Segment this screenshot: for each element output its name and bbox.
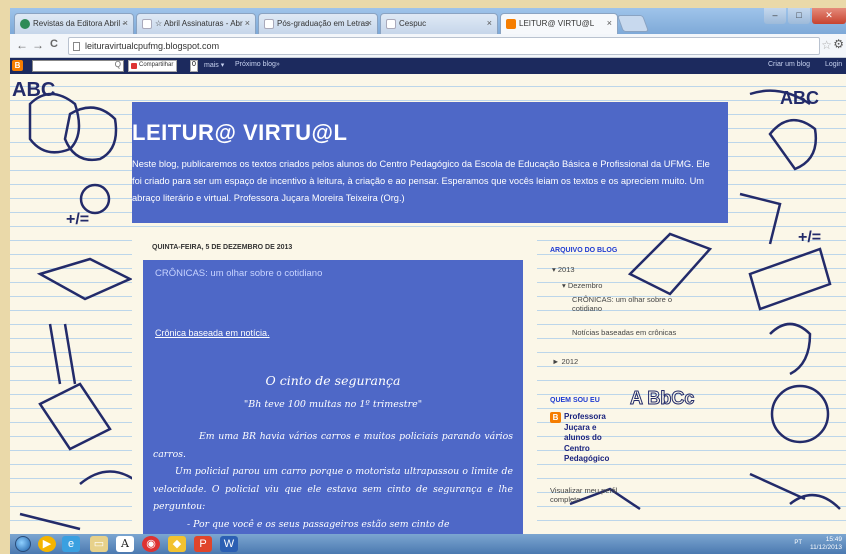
- blog-page: ABC ABC A BbCc +/= +/= LEITUR@ VIRTU@L N…: [10, 74, 846, 534]
- powerpoint-icon[interactable]: P: [194, 536, 212, 552]
- clock-time[interactable]: 15:49: [826, 536, 842, 543]
- story-subtitle: "Bh teve 100 multas no 1º trimestre": [243, 399, 423, 410]
- story-body: Em uma BR havia vários carros e muitos p…: [153, 428, 513, 533]
- create-blog-link[interactable]: Criar um blog: [768, 61, 810, 68]
- archive-post-link[interactable]: CRÔNICAS: um olhar sobre o cotidiano: [572, 295, 690, 313]
- blog-header: LEITUR@ VIRTU@L Neste blog, publicaremos…: [132, 102, 728, 223]
- about-heading: QUEM SOU EU: [550, 397, 600, 404]
- language-indicator[interactable]: PT: [794, 540, 802, 548]
- tab-revistas[interactable]: Revistas da Editora Abril - ×: [14, 13, 134, 34]
- tab-label: Pós-graduação em Letras: [277, 19, 370, 28]
- archive-heading: ARQUIVO DO BLOG: [550, 247, 618, 254]
- back-button[interactable]: ←: [16, 38, 28, 52]
- svg-text:+/=: +/=: [66, 211, 89, 228]
- taskbar: ▶ e ▭ A ◉ ◆ P W PT 15:49 11/12/2013: [10, 534, 846, 554]
- search-icon[interactable]: Q: [115, 60, 121, 69]
- minimize-button[interactable]: –: [764, 8, 786, 24]
- word-icon[interactable]: W: [220, 536, 238, 552]
- tab-leitura-virtual[interactable]: LEITUR@ VIRTU@L ×: [500, 13, 618, 34]
- navigation-bar: ← → C leituravirtualcpufmg.blogspot.com …: [10, 34, 846, 58]
- tab-favicon: [386, 19, 396, 29]
- blogger-navbar: B Q Compartilhar 0 mais ▾ Próximo blog» …: [10, 58, 846, 74]
- tab-label: Revistas da Editora Abril -: [33, 19, 126, 28]
- tab-label: LEITUR@ VIRTU@L: [519, 19, 595, 28]
- tab-cespuc[interactable]: Cespuc ×: [380, 13, 498, 34]
- close-icon[interactable]: ×: [123, 18, 128, 28]
- login-link[interactable]: Login: [825, 61, 842, 68]
- system-tray: PT 15:49 11/12/2013: [794, 536, 842, 551]
- post-link[interactable]: Crônica baseada em notícia.: [155, 328, 270, 338]
- share-count: 0: [190, 60, 198, 72]
- archive-year-2013[interactable]: ▾ 2013: [552, 265, 575, 274]
- forward-button[interactable]: →: [32, 38, 44, 52]
- close-icon[interactable]: ×: [607, 18, 612, 28]
- tab-favicon: [264, 19, 274, 29]
- tab-favicon: [142, 19, 152, 29]
- blogger-icon: [506, 19, 516, 29]
- tab-abril-assinaturas[interactable]: ☆ Abril Assinaturas - Abr ×: [136, 13, 256, 34]
- next-blog-link[interactable]: Próximo blog»: [235, 61, 280, 68]
- internet-explorer-icon[interactable]: e: [62, 536, 80, 552]
- tab-pos-graduacao[interactable]: Pós-graduação em Letras ×: [258, 13, 378, 34]
- svg-text:+/=: +/=: [798, 229, 821, 246]
- share-button[interactable]: Compartilhar: [128, 60, 178, 72]
- close-window-button[interactable]: ✕: [812, 8, 846, 24]
- settings-icon[interactable]: ⚙: [833, 37, 844, 51]
- blog-search-input[interactable]: Q: [32, 60, 124, 72]
- maximize-button[interactable]: □: [788, 8, 810, 24]
- browser-window: Revistas da Editora Abril - × ☆ Abril As…: [10, 8, 846, 554]
- blog-description: Neste blog, publicaremos os textos criad…: [132, 159, 710, 203]
- story-paragraph: Em uma BR havia vários carros e muitos p…: [153, 431, 513, 460]
- tab-label: ☆ Abril Assinaturas - Abr: [155, 19, 243, 28]
- page-icon: [73, 42, 80, 51]
- address-bar[interactable]: leituravirtualcpufmg.blogspot.com: [68, 37, 820, 55]
- post-date: QUINTA-FEIRA, 5 DE DEZEMBRO DE 2013: [152, 244, 293, 251]
- blog-post: CRÔNICAS: um olhar sobre o cotidiano Crô…: [143, 260, 523, 534]
- profile-link[interactable]: Visualizar meu perfil completo: [550, 486, 620, 504]
- folder-icon[interactable]: ▭: [90, 536, 108, 552]
- svg-text:ABC: ABC: [12, 79, 55, 101]
- clock-date[interactable]: 11/12/2013: [810, 544, 842, 551]
- reload-button[interactable]: C: [50, 38, 58, 50]
- sidebar: ARQUIVO DO BLOG ▾ 2013 ▾ Dezembro CRÔNIC…: [538, 239, 728, 534]
- profile-name[interactable]: Professora Juçara e alunos do Centro Ped…: [564, 412, 624, 465]
- chrome-icon[interactable]: ◉: [142, 536, 160, 552]
- story-paragraph: - Por que você e os seus passageiros est…: [187, 518, 450, 530]
- window-controls: – □ ✕: [762, 8, 846, 26]
- story-title: O cinto de segurança: [265, 373, 401, 388]
- media-player-icon[interactable]: ▶: [38, 536, 56, 552]
- close-icon[interactable]: ×: [487, 18, 492, 28]
- svg-text:ABC: ABC: [780, 88, 819, 108]
- blogger-logo-icon[interactable]: B: [12, 60, 23, 71]
- tab-favicon: [20, 19, 30, 29]
- archive-month-dezembro[interactable]: ▾ Dezembro: [562, 281, 602, 290]
- new-tab-button[interactable]: [616, 15, 650, 32]
- archive-post-link[interactable]: Notícias baseadas em crônicas: [572, 328, 690, 337]
- tab-label: Cespuc: [399, 19, 427, 28]
- blog-title[interactable]: LEITUR@ VIRTU@L: [132, 120, 347, 146]
- start-button[interactable]: [15, 536, 31, 552]
- post-column: QUINTA-FEIRA, 5 DE DEZEMBRO DE 2013 CRÔN…: [132, 239, 537, 534]
- post-title[interactable]: CRÔNICAS: um olhar sobre o cotidiano: [155, 268, 322, 279]
- archive-year-2012[interactable]: ► 2012: [552, 357, 578, 366]
- tab-strip: Revistas da Editora Abril - × ☆ Abril As…: [10, 8, 846, 34]
- more-menu[interactable]: mais ▾: [204, 61, 224, 69]
- profile-block: B Professora Juçara e alunos do Centro P…: [550, 412, 630, 487]
- close-icon[interactable]: ×: [245, 18, 250, 28]
- story-paragraph: Um policial parou um carro porque o moto…: [153, 466, 513, 512]
- bookmark-star-icon[interactable]: ☆: [821, 38, 832, 52]
- close-icon[interactable]: ×: [367, 18, 372, 28]
- url-text: leituravirtualcpufmg.blogspot.com: [85, 41, 220, 51]
- blogger-profile-icon: B: [550, 412, 561, 423]
- app-icon[interactable]: ◆: [168, 536, 186, 552]
- document-icon[interactable]: A: [116, 536, 134, 552]
